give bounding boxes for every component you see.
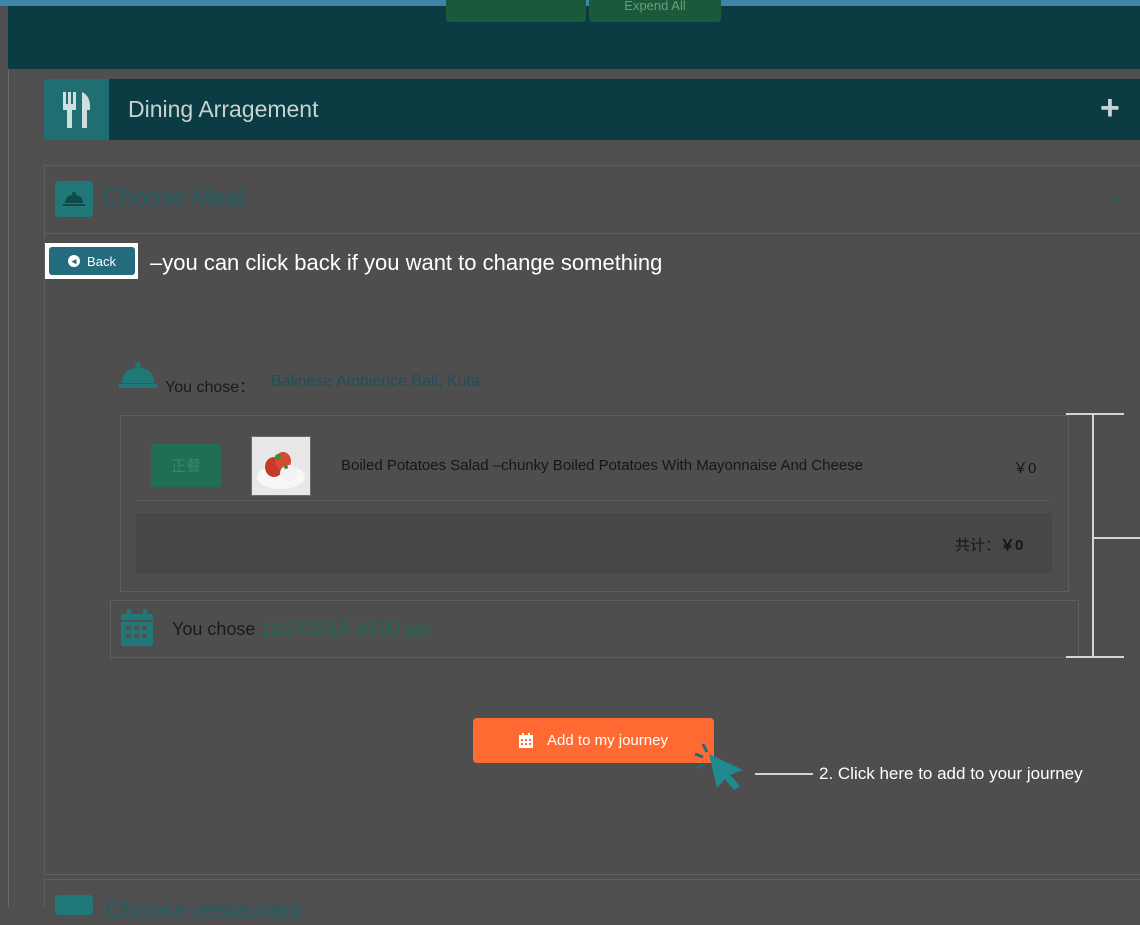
expand-all-label: Expend All bbox=[624, 0, 686, 13]
date-chose-label: You chose bbox=[172, 619, 256, 639]
cloche-icon bbox=[119, 360, 157, 395]
item-price: ￥0 bbox=[1013, 460, 1037, 477]
chosen-restaurant: Balinese Ambience,Bali, Kuta bbox=[271, 373, 481, 390]
total-bar bbox=[136, 513, 1052, 573]
add-journey-annotation: 2. Click here to add to your journey bbox=[819, 764, 1083, 783]
add-to-journey-button[interactable]: Add to my journey bbox=[473, 718, 714, 763]
chevron-down-icon[interactable]: ⌄ bbox=[1108, 186, 1121, 206]
expand-all-button[interactable]: Expend All bbox=[589, 0, 721, 22]
food-thumbnail bbox=[251, 436, 311, 496]
calendar-icon bbox=[519, 733, 534, 748]
back-label: Back bbox=[87, 253, 116, 269]
back-button[interactable]: ◂ Back bbox=[49, 247, 135, 275]
total-label: 共计： bbox=[955, 537, 1001, 554]
annotation-bracket-middle bbox=[1094, 537, 1140, 539]
cloche-icon bbox=[55, 181, 93, 217]
click-pointer-icon bbox=[693, 740, 747, 797]
calendar-icon bbox=[120, 609, 154, 652]
back-annotation: –you can click back if you want to chang… bbox=[150, 250, 663, 275]
arrow-left-icon: ◂ bbox=[68, 255, 81, 267]
top-tab-button[interactable] bbox=[446, 0, 586, 22]
plus-icon[interactable]: + bbox=[1100, 90, 1120, 126]
order-divider bbox=[137, 500, 1050, 501]
order-total: 共计：￥0 bbox=[955, 534, 1023, 555]
annotation-bracket bbox=[1092, 414, 1094, 658]
dining-arrangement-title: Dining Arragement bbox=[128, 96, 319, 122]
add-to-journey-label: Add to my journey bbox=[547, 732, 668, 749]
restaurant-icon bbox=[55, 895, 93, 915]
fork-knife-icon bbox=[44, 79, 109, 140]
annotation-bracket-bottom bbox=[1066, 656, 1124, 658]
chosen-datetime: 11/14/2018 10:00 am bbox=[261, 619, 430, 639]
food-description: Boiled Potatoes Salad –chunky Boiled Pot… bbox=[341, 457, 863, 474]
annotation-bracket-top bbox=[1066, 413, 1124, 415]
you-chose-label: You chose： bbox=[165, 379, 256, 396]
page-left-border bbox=[8, 69, 9, 907]
meal-type-badge: 正餐 bbox=[151, 444, 221, 487]
annotation-pointer-line bbox=[755, 773, 813, 775]
choose-restaurant-title: Choose restaurant bbox=[105, 897, 303, 924]
choose-meal-title: Choose Meal bbox=[103, 184, 245, 211]
total-value: ￥0 bbox=[1000, 537, 1024, 554]
